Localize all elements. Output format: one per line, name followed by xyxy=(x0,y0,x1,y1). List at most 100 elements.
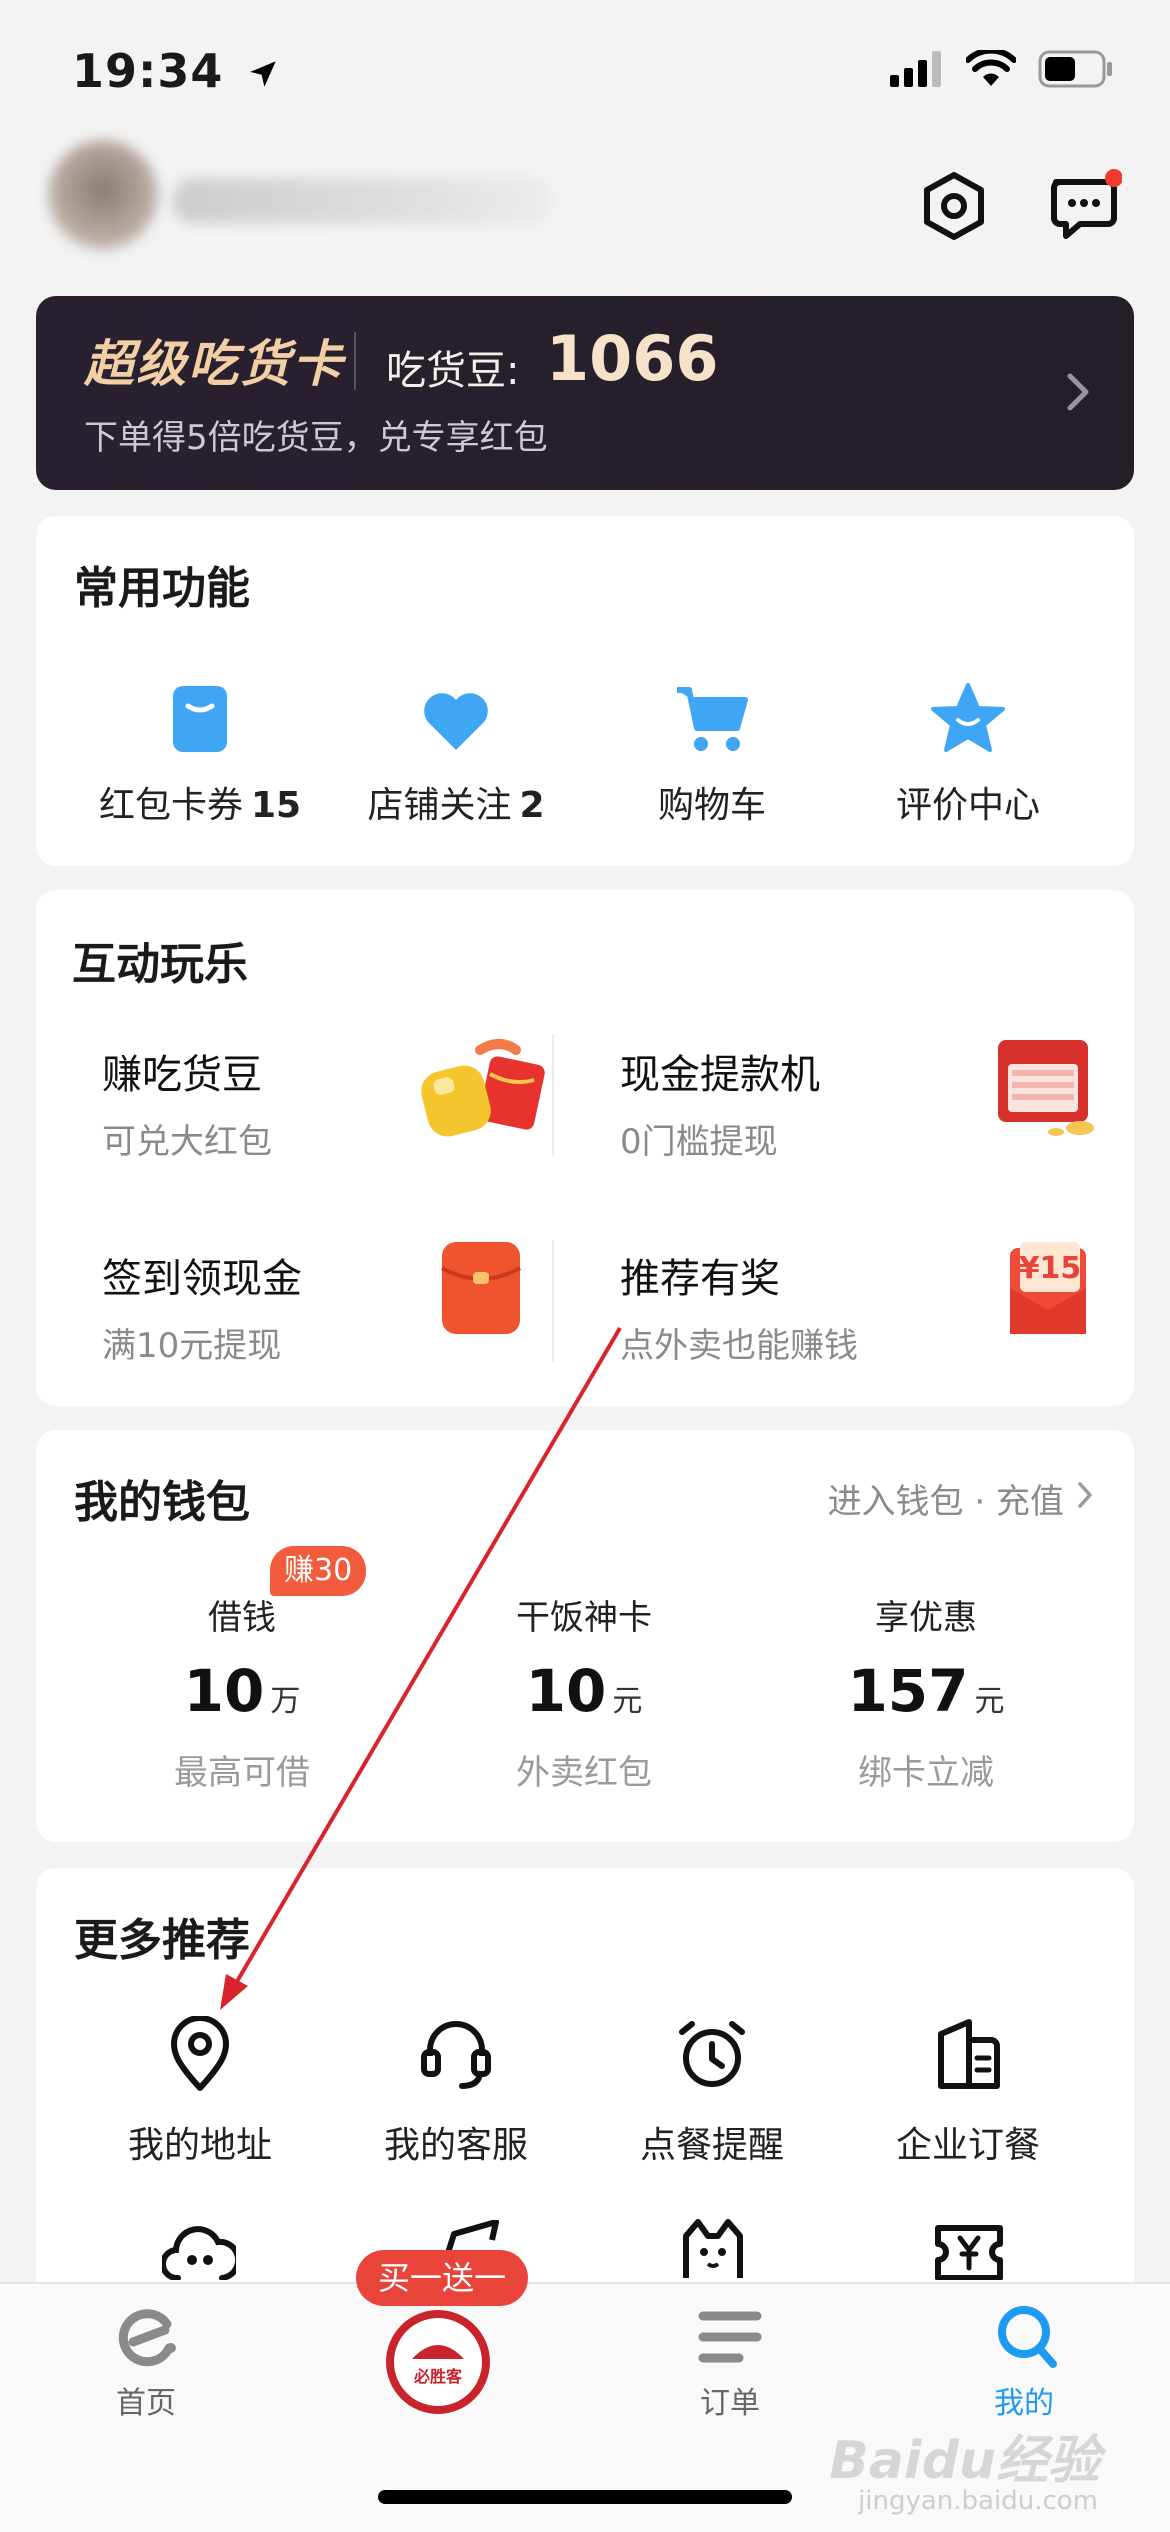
cart-label: 购物车 xyxy=(657,785,766,826)
cellular-signal-icon xyxy=(890,51,944,91)
checkin-cash-entry[interactable]: 签到领现金 满10元提现 xyxy=(102,1242,542,1366)
wallet-item-unit: 元 xyxy=(612,1684,643,1719)
pizza-hut-promo-button[interactable]: 必胜客 xyxy=(386,2310,490,2414)
watermark-url: jingyan.baidu.com xyxy=(858,2486,1098,2516)
more-item-label: 点餐提醒 xyxy=(639,2125,784,2166)
wallet-item-subtitle: 最高可借 xyxy=(174,1753,310,1793)
pet-icon[interactable] xyxy=(676,2216,750,2284)
super-card-title: 超级吃货卡 xyxy=(84,335,344,393)
star-icon xyxy=(840,664,1096,754)
bean-giftbox-icon xyxy=(420,1030,550,1154)
pizza-hut-roof-icon xyxy=(412,2345,464,2359)
meal-reminder-entry[interactable]: 点餐提醒 xyxy=(584,2014,840,2168)
customer-service-entry[interactable]: 我的客服 xyxy=(328,2014,584,2168)
common-functions-card: 常用功能 红包卡券 15 店铺关注 2 购物车 评价中心 xyxy=(36,516,1134,866)
wallet-item-value: 10 xyxy=(183,1657,265,1725)
more-item-label: 企业订餐 xyxy=(895,2125,1040,2166)
wallet-link[interactable]: 进入钱包 · 充值 xyxy=(828,1474,1094,1523)
status-time: 19:34 xyxy=(72,44,280,102)
headset-icon xyxy=(328,2014,584,2094)
atm-icon xyxy=(990,1034,1100,1148)
coupons-count: 15 xyxy=(250,785,302,826)
tab-orders[interactable]: 订单 xyxy=(630,2302,830,2422)
wallet-item-label: 干饭神卡 xyxy=(516,1598,652,1638)
tab-label: 订单 xyxy=(700,2386,760,2421)
followed-stores-entry[interactable]: 店铺关注 2 xyxy=(328,664,584,828)
referral-badge: ¥15 xyxy=(1019,1251,1082,1286)
referral-envelope-icon: ¥15 xyxy=(1002,1240,1092,1344)
interactive-fun-card: 互动玩乐 赚吃货豆 可兑大红包 现金提款机 0门槛提现 签到领现金 满10元提现… xyxy=(36,890,1134,1406)
settings-hexagon-icon[interactable] xyxy=(914,166,994,246)
section-title: 互动玩乐 xyxy=(72,939,248,990)
wallet-item-unit: 元 xyxy=(974,1684,1005,1719)
followed-stores-count: 2 xyxy=(519,785,545,826)
coupons-entry[interactable]: 红包卡券 15 xyxy=(72,664,328,828)
coupon-icon xyxy=(72,664,328,754)
wallet-item-discount[interactable]: 享优惠 157 元 绑卡立减 xyxy=(776,1590,1076,1794)
divider xyxy=(354,332,356,390)
referral-reward-entry[interactable]: 推荐有奖 点外卖也能赚钱 ¥15 xyxy=(620,1242,1100,1366)
wifi-icon xyxy=(965,47,1017,92)
beans-value: 1066 xyxy=(546,322,719,395)
chevron-right-icon xyxy=(1064,370,1092,418)
super-card-subtitle: 下单得5倍吃货豆，兑专享红包 xyxy=(84,418,548,458)
tab-home[interactable]: 首页 xyxy=(46,2302,246,2422)
avatar[interactable] xyxy=(48,140,158,250)
wallet-card: 我的钱包 进入钱包 · 充值 借钱 10 万 最高可借 赚30 干饭神卡 10 元 … xyxy=(36,1430,1134,1842)
home-indicator xyxy=(378,2490,792,2504)
wallet-item-unit: 万 xyxy=(270,1684,301,1719)
tab-mine[interactable]: 我的 xyxy=(924,2302,1124,2422)
wallet-item-subtitle: 绑卡立减 xyxy=(858,1753,994,1793)
status-icons xyxy=(890,47,1114,92)
more-item-label: 我的地址 xyxy=(127,2125,272,2166)
promo-badge: 买一送一 xyxy=(356,2250,529,2306)
business-order-entry[interactable]: 企业订餐 xyxy=(840,2014,1096,2168)
wallet-item-label: 享优惠 xyxy=(875,1598,977,1638)
divider xyxy=(552,1240,554,1362)
tab-label: 我的 xyxy=(994,2386,1054,2421)
wallet-item-value: 157 xyxy=(847,1657,969,1725)
super-foodie-card[interactable]: 超级吃货卡 吃货豆: 1066 下单得5倍吃货豆，兑专享红包 xyxy=(36,296,1134,490)
earn-badge: 赚30 xyxy=(270,1546,367,1596)
cash-atm-entry[interactable]: 现金提款机 0门槛提现 xyxy=(620,1040,1100,1162)
section-title: 我的钱包 xyxy=(74,1477,250,1528)
wallet-item-label: 借钱 xyxy=(208,1598,276,1638)
divider xyxy=(552,1034,554,1156)
wallet-item-value: 10 xyxy=(525,1657,607,1725)
eleme-home-icon xyxy=(46,2302,246,2372)
watermark: Baidu经验 xyxy=(829,2431,1100,2491)
coupon-yen-icon[interactable] xyxy=(932,2220,1006,2284)
battery-icon xyxy=(1038,50,1114,92)
my-address-entry[interactable]: 我的地址 xyxy=(72,2014,328,2168)
wallet-link-label: 进入钱包 · 充值 xyxy=(827,1482,1064,1522)
section-title: 常用功能 xyxy=(74,563,250,614)
heart-icon xyxy=(328,664,584,754)
chevron-right-icon xyxy=(1076,1479,1094,1519)
reviews-entry[interactable]: 评价中心 xyxy=(840,664,1096,828)
cart-icon xyxy=(584,664,840,754)
followed-stores-label: 店铺关注 xyxy=(367,785,512,826)
section-title: 更多推荐 xyxy=(74,1915,250,1966)
location-pin-icon xyxy=(72,2014,328,2094)
user-profile-icon xyxy=(924,2302,1124,2372)
red-envelope-icon xyxy=(436,1238,526,1342)
message-icon[interactable] xyxy=(1044,166,1124,246)
tab-label: 首页 xyxy=(116,2386,176,2421)
earn-beans-entry[interactable]: 赚吃货豆 可兑大红包 xyxy=(102,1039,545,1162)
location-arrow-icon xyxy=(246,48,280,102)
wallet-item-loan[interactable]: 借钱 10 万 最高可借 xyxy=(92,1590,392,1794)
orders-list-icon xyxy=(630,2302,830,2372)
beans-label: 吃货豆: xyxy=(386,348,520,394)
reviews-label: 评价中心 xyxy=(895,785,1040,826)
username-blurred[interactable] xyxy=(172,178,552,224)
promo-logo-text: 必胜客 xyxy=(413,2367,462,2386)
more-item-label: 我的客服 xyxy=(383,2125,528,2166)
wallet-item-subtitle: 外卖红包 xyxy=(516,1753,652,1793)
building-icon xyxy=(840,2014,1096,2094)
cart-entry[interactable]: 购物车 xyxy=(584,664,840,828)
wallet-item-meal-card[interactable]: 干饭神卡 10 元 外卖红包 xyxy=(434,1590,734,1794)
cloud-icon[interactable] xyxy=(159,2220,242,2284)
coupons-label: 红包卡券 xyxy=(98,785,243,826)
alarm-clock-icon xyxy=(584,2014,840,2094)
more-recommendations-card: 更多推荐 我的地址 我的客服 点餐提醒 企业订餐 xyxy=(36,1868,1134,2308)
